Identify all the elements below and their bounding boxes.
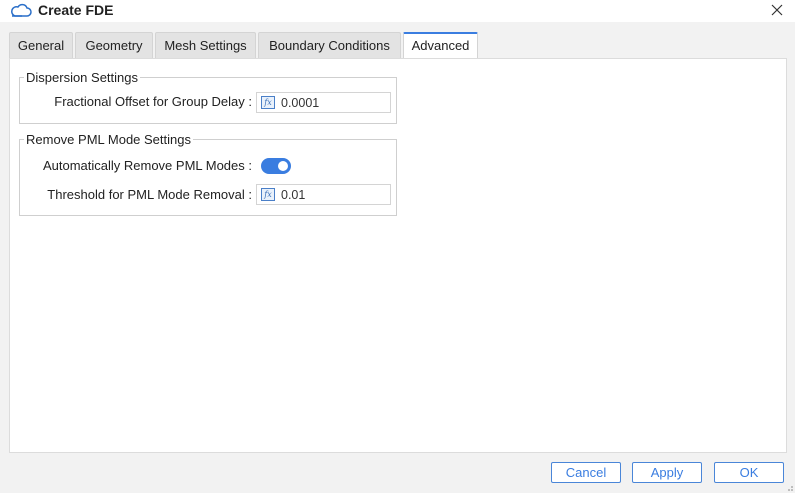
cancel-button[interactable]: Cancel [551, 462, 621, 483]
tab-general[interactable]: General [9, 32, 73, 58]
threshold-value[interactable]: 0.01 [281, 188, 305, 202]
advanced-panel: Dispersion Settings Fractional Offset fo… [9, 58, 787, 453]
apply-button[interactable]: Apply [632, 462, 702, 483]
close-icon [771, 4, 783, 16]
offset-field[interactable]: fx 0.0001 [256, 92, 391, 113]
tab-mesh-settings[interactable]: Mesh Settings [155, 32, 256, 58]
function-icon[interactable]: fx [261, 96, 275, 109]
threshold-field[interactable]: fx 0.01 [256, 184, 391, 205]
offset-label: Fractional Offset for Group Delay : [54, 94, 252, 109]
tab-geometry[interactable]: Geometry [75, 32, 153, 58]
resize-grip-icon[interactable] [785, 483, 794, 492]
offset-value[interactable]: 0.0001 [281, 96, 319, 110]
auto-remove-toggle[interactable] [261, 158, 291, 174]
ok-button[interactable]: OK [714, 462, 784, 483]
tab-advanced[interactable]: Advanced [403, 32, 478, 59]
function-icon[interactable]: fx [261, 188, 275, 201]
tab-boundary-conditions[interactable]: Boundary Conditions [258, 32, 401, 58]
cloud-icon [11, 3, 32, 17]
remove-pml-title: Remove PML Mode Settings [24, 132, 193, 147]
window-title: Create FDE [38, 2, 114, 18]
toggle-knob [278, 161, 288, 171]
dispersion-settings-title: Dispersion Settings [24, 70, 140, 85]
close-button[interactable] [766, 0, 788, 20]
title-bar: Create FDE [0, 0, 795, 22]
auto-remove-label: Automatically Remove PML Modes : [42, 158, 252, 173]
threshold-label: Threshold for PML Mode Removal : [47, 187, 252, 202]
